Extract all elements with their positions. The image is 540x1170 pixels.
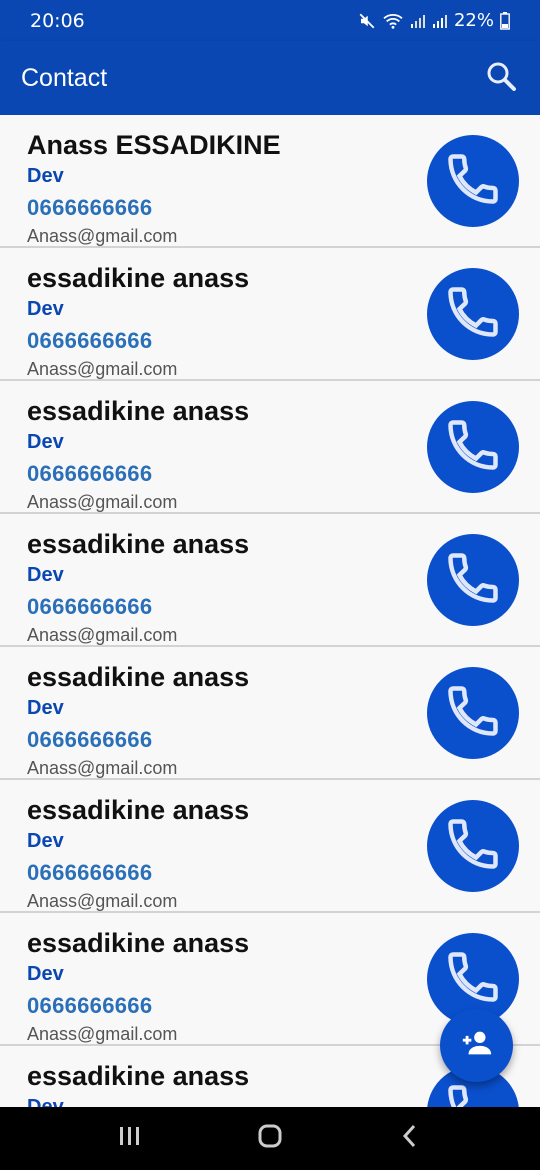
list-item[interactable]: essadikine anass Dev 0666666666 Anass@gm…: [0, 248, 540, 381]
page-title: Contact: [21, 63, 108, 92]
add-person-icon: [460, 1026, 494, 1065]
app-bar: Contact: [0, 41, 540, 115]
back-icon: [399, 1123, 421, 1154]
status-time: 20:06: [30, 9, 85, 32]
call-button[interactable]: [427, 268, 519, 360]
call-button[interactable]: [427, 667, 519, 759]
search-button[interactable]: [484, 61, 518, 95]
recents-button[interactable]: [110, 1119, 150, 1159]
battery-icon: [500, 11, 510, 30]
phone-icon: [443, 415, 503, 480]
contact-list[interactable]: Anass ESSADIKINE Dev 0666666666 Anass@gm…: [0, 115, 540, 1107]
recents-icon: [117, 1124, 143, 1153]
list-item[interactable]: essadikine anass Dev 0666666666 Anass@gm…: [0, 780, 540, 913]
call-button[interactable]: [427, 800, 519, 892]
contact-name: essadikine anass: [27, 396, 250, 426]
contact-phone: 0666666666: [27, 195, 153, 220]
list-item[interactable]: essadikine anass Dev 0666666666 Anass@gm…: [0, 381, 540, 514]
contact-phone: 0666666666: [27, 461, 153, 486]
contact-role: Dev: [27, 1096, 64, 1107]
phone-icon: [443, 548, 503, 613]
mute-icon: [358, 12, 376, 30]
phone-icon: [443, 149, 503, 214]
phone-icon: [443, 947, 503, 1012]
battery-text: 22%: [453, 10, 494, 31]
contact-email: Anass@gmail.com: [27, 891, 178, 911]
contact-name: essadikine anass: [27, 795, 250, 825]
contact-email: Anass@gmail.com: [27, 226, 178, 246]
phone-icon: [443, 681, 503, 746]
call-button[interactable]: [427, 401, 519, 493]
contact-role: Dev: [27, 431, 64, 453]
add-contact-button[interactable]: [440, 1009, 513, 1082]
status-bar: 20:06 22%: [0, 0, 540, 41]
contact-role: Dev: [27, 298, 64, 320]
contact-phone: 0666666666: [27, 727, 153, 752]
signal-icon: [410, 13, 426, 29]
list-item[interactable]: Anass ESSADIKINE Dev 0666666666 Anass@gm…: [0, 115, 540, 248]
system-nav-bar: [0, 1107, 540, 1170]
contact-phone: 0666666666: [27, 328, 153, 353]
contact-name: Anass ESSADIKINE: [27, 130, 281, 160]
contact-role: Dev: [27, 963, 64, 985]
list-item[interactable]: essadikine anass Dev 0666666666 Anass@gm…: [0, 514, 540, 647]
search-icon: [485, 60, 517, 97]
contact-phone: 0666666666: [27, 993, 153, 1018]
list-item[interactable]: essadikine anass Dev 0666666666 Anass@gm…: [0, 647, 540, 780]
call-button[interactable]: [427, 135, 519, 227]
contact-email: Anass@gmail.com: [27, 359, 178, 379]
phone-icon: [443, 1080, 503, 1107]
wifi-icon: [382, 12, 404, 30]
phone-icon: [443, 282, 503, 347]
contact-email: Anass@gmail.com: [27, 492, 178, 512]
contact-role: Dev: [27, 564, 64, 586]
contact-phone: 0666666666: [27, 860, 153, 885]
contact-name: essadikine anass: [27, 662, 250, 692]
signal-icon: [432, 13, 448, 29]
contact-email: Anass@gmail.com: [27, 625, 178, 645]
status-icons: 22%: [358, 10, 510, 31]
contact-name: essadikine anass: [27, 1061, 250, 1091]
home-icon: [256, 1122, 284, 1155]
contact-name: essadikine anass: [27, 928, 250, 958]
phone-icon: [443, 814, 503, 879]
home-button[interactable]: [250, 1119, 290, 1159]
call-button[interactable]: [427, 534, 519, 626]
contact-phone: 0666666666: [27, 594, 153, 619]
contact-email: Anass@gmail.com: [27, 758, 178, 778]
contact-name: essadikine anass: [27, 263, 250, 293]
contact-role: Dev: [27, 697, 64, 719]
contact-role: Dev: [27, 830, 64, 852]
contact-email: Anass@gmail.com: [27, 1024, 178, 1044]
back-button[interactable]: [390, 1119, 430, 1159]
contact-role: Dev: [27, 165, 64, 187]
contact-name: essadikine anass: [27, 529, 250, 559]
